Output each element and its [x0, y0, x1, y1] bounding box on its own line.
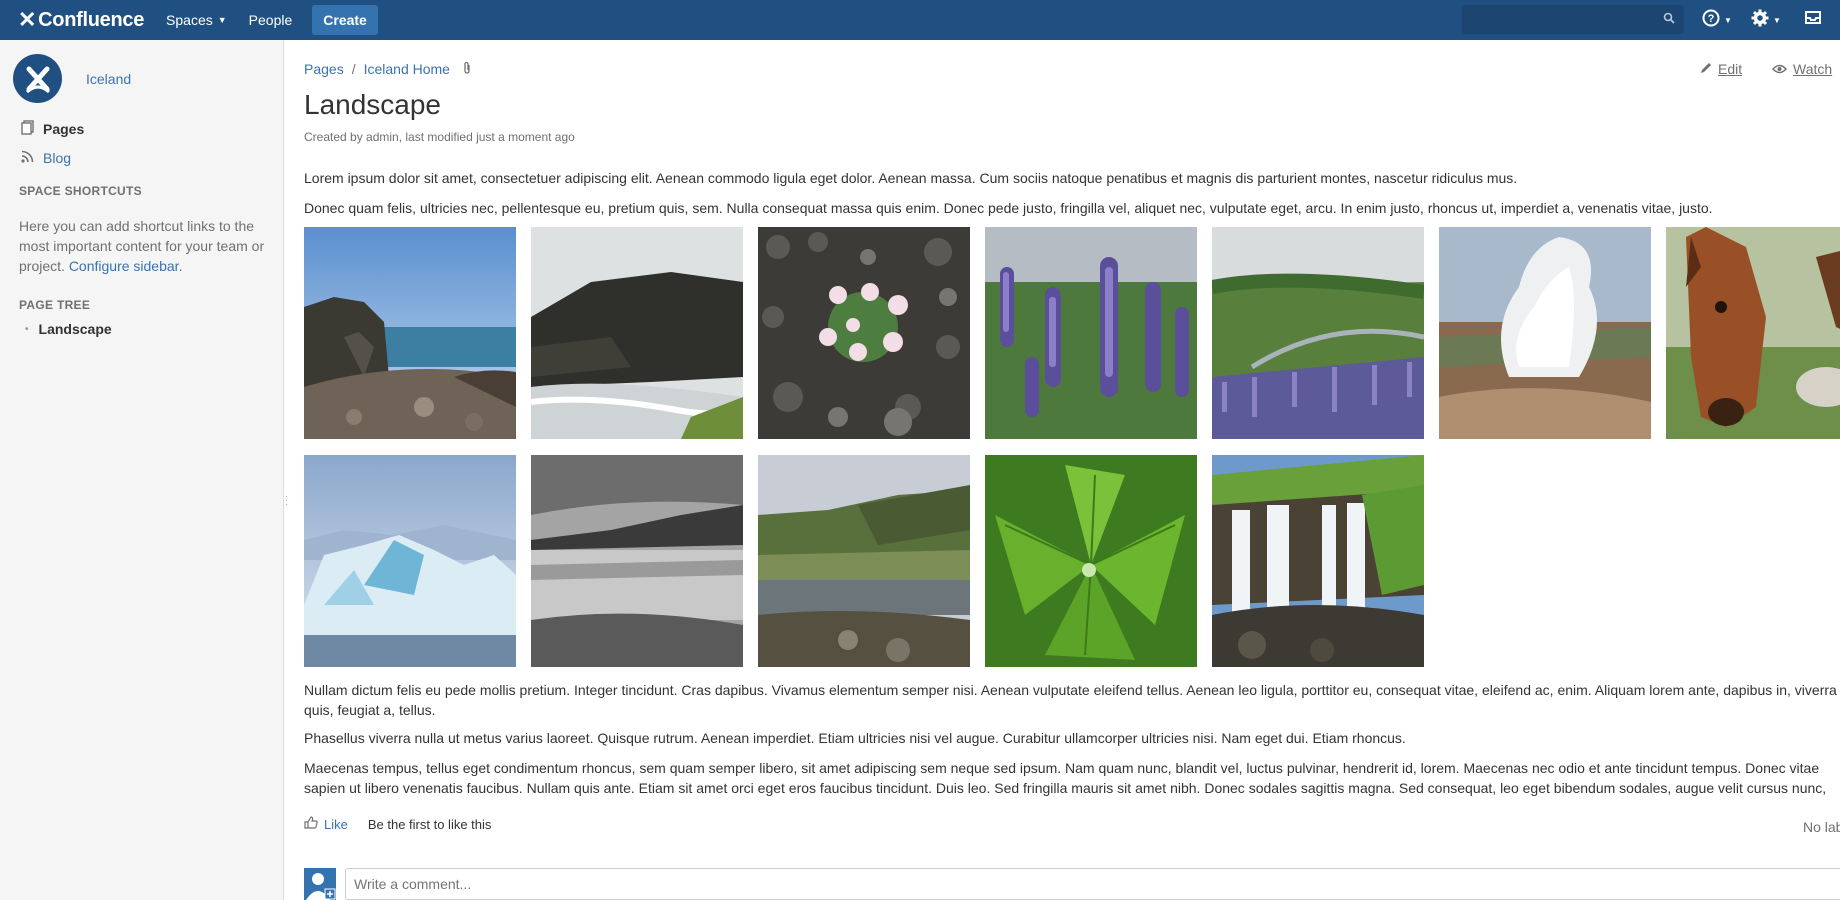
blog-label: Blog: [43, 150, 72, 166]
rss-icon: [20, 150, 34, 166]
notifications-button[interactable]: [1804, 9, 1822, 30]
period: .: [178, 258, 183, 274]
sidebar-item-pages[interactable]: Pages: [20, 120, 84, 138]
gear-icon: [1751, 9, 1769, 32]
people-link[interactable]: People: [249, 12, 293, 28]
confluence-x-icon: ✕: [18, 7, 37, 32]
labels-text: No labels: [1803, 819, 1840, 835]
pages-label: Pages: [43, 121, 85, 137]
page-tree-item-label: Landscape: [38, 321, 112, 337]
space-shortcuts-heading: SPACE SHORTCUTS: [19, 184, 142, 198]
chevron-down-icon: ▼: [1724, 16, 1732, 25]
page-tree-heading: PAGE TREE: [19, 298, 91, 312]
logo-text: Confluence: [38, 8, 145, 31]
like-summary: Be the first to like this: [367, 816, 492, 832]
page-title: Landscape: [304, 89, 442, 120]
space-header[interactable]: Iceland: [13, 54, 131, 103]
main-content: Pages / Iceland Home Edit Watch Landscap…: [304, 40, 1840, 900]
create-button[interactable]: Create: [312, 5, 378, 35]
body-paragraph-4: Phasellus viverra nulla ut metus varius …: [304, 730, 1406, 746]
gallery-image-highland-pond[interactable]: [758, 455, 970, 667]
gallery-image-bw-lake[interactable]: [531, 455, 743, 667]
gallery-image-lupine-valley[interactable]: [1212, 227, 1424, 439]
body-paragraph-5: Maecenas tempus, tellus eget condimentum…: [304, 760, 1827, 796]
settings-menu[interactable]: ▼: [1751, 9, 1781, 32]
space-logo-icon[interactable]: [13, 54, 62, 103]
help-menu[interactable]: ? ▼: [1702, 9, 1732, 32]
space-sidebar: Iceland Pages Blog SPACE SHORTCUTS Here …: [0, 40, 284, 900]
body-paragraph-1: Lorem ipsum dolor sit amet, consectetuer…: [304, 170, 1518, 186]
page-byline: Created by admin, last modified just a m…: [304, 130, 575, 144]
spaces-label: Spaces: [166, 12, 213, 28]
chevron-down-icon: ▼: [217, 15, 227, 25]
bullet-icon: •: [25, 323, 29, 335]
gallery-image-coastal-cliffs[interactable]: [304, 227, 516, 439]
people-label: People: [248, 12, 293, 28]
like-button[interactable]: Like: [304, 816, 348, 832]
eye-icon: [1772, 62, 1787, 77]
watch-label: Watch: [1793, 61, 1833, 77]
help-icon: ?: [1702, 9, 1720, 32]
paperclip-icon[interactable]: [462, 61, 472, 77]
pencil-icon: [1700, 62, 1712, 77]
gallery-image-geothermal-steam[interactable]: [1439, 227, 1651, 439]
gallery-image-pink-flowers[interactable]: [758, 227, 970, 439]
gallery-image-green-leaf[interactable]: [985, 455, 1197, 667]
shortcuts-help-text: Here you can add shortcut links to the m…: [19, 216, 269, 276]
gallery-image-lupines[interactable]: [985, 227, 1197, 439]
avatar: [304, 868, 336, 900]
configure-sidebar-link[interactable]: Configure sidebar: [69, 258, 179, 274]
gallery-image-waterfall[interactable]: [1212, 455, 1424, 667]
breadcrumb-iceland-home[interactable]: Iceland Home: [364, 61, 450, 77]
body-paragraph-2: Donec quam felis, ultricies nec, pellent…: [304, 200, 1713, 216]
confluence-logo[interactable]: ✕ Confluence: [18, 7, 144, 33]
chevron-down-icon: ▼: [1773, 16, 1781, 25]
gallery-image-misty-cliff[interactable]: [531, 227, 743, 439]
sidebar-item-blog[interactable]: Blog: [20, 150, 71, 166]
gallery-image-horse[interactable]: [1666, 227, 1840, 439]
search-icon: [1663, 12, 1675, 27]
gallery-image-glacier-ice[interactable]: [304, 455, 516, 667]
sidebar-resize-handle[interactable]: · · ·: [285, 492, 288, 510]
comment-area: [304, 868, 1840, 900]
edit-button[interactable]: Edit: [1700, 61, 1742, 77]
watch-button[interactable]: Watch: [1772, 61, 1832, 77]
spaces-menu[interactable]: Spaces ▼: [166, 12, 227, 28]
breadcrumb-pages[interactable]: Pages: [304, 61, 344, 77]
svg-text:?: ?: [1708, 13, 1715, 25]
thumbs-up-icon: [304, 816, 318, 832]
body-paragraph-3: Nullam dictum felis eu pede mollis preti…: [304, 682, 1837, 718]
edit-label: Edit: [1718, 61, 1743, 77]
breadcrumb: Pages / Iceland Home: [304, 61, 472, 77]
inbox-icon: [1804, 9, 1822, 30]
breadcrumb-separator: /: [351, 61, 356, 77]
space-name-link[interactable]: Iceland: [86, 71, 131, 87]
comment-input[interactable]: [345, 868, 1840, 900]
top-navigation-bar: ✕ Confluence Spaces ▼ People Create ? ▼ …: [0, 0, 1840, 40]
page-tree-item[interactable]: • Landscape: [25, 321, 112, 337]
search-input[interactable]: [1462, 5, 1684, 34]
like-section: Like Be the first to like this: [304, 816, 491, 832]
pages-icon: [20, 120, 34, 138]
like-label: Like: [324, 816, 348, 832]
